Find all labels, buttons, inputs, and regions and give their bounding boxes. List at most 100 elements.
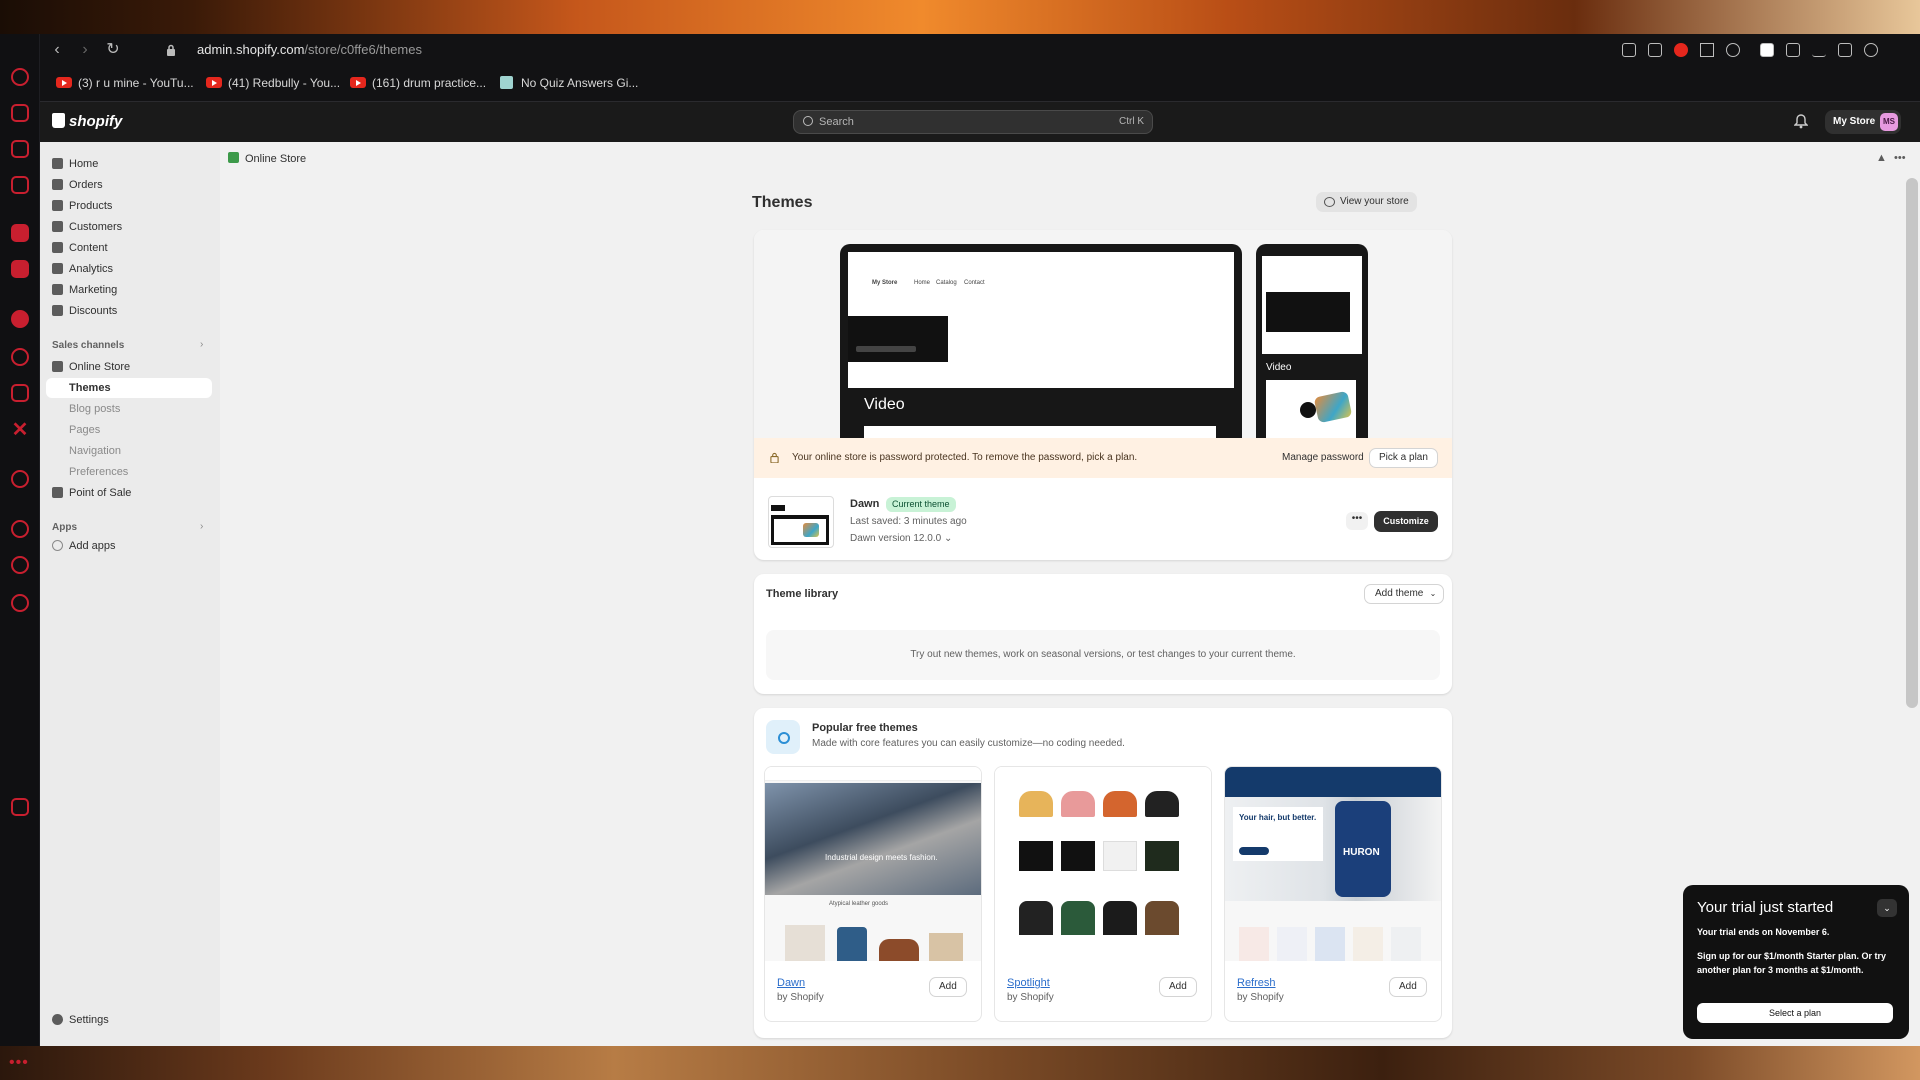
collapse-popup-button[interactable]: ⌄ xyxy=(1877,899,1897,917)
eye-icon xyxy=(1324,197,1335,207)
sidebar-item-pages[interactable]: Pages xyxy=(69,424,100,436)
theme-preview[interactable]: My Store Home Catalog Contact Video Vide… xyxy=(754,230,1452,438)
reload-icon[interactable]: ↻ xyxy=(102,39,124,61)
settings-gear-icon[interactable] xyxy=(11,594,29,612)
preview-store-name: My Store xyxy=(872,280,898,286)
search-input[interactable]: Search Ctrl K xyxy=(793,110,1153,134)
theme-author: by Shopify xyxy=(1007,992,1054,1003)
box-icon[interactable] xyxy=(11,556,29,574)
chevron-right-icon[interactable]: › xyxy=(200,521,203,532)
app-red-icon-2[interactable] xyxy=(11,260,29,278)
sidebar-item-online-store[interactable]: Online Store xyxy=(46,357,212,377)
x-twitter-icon[interactable]: ✕ xyxy=(11,420,29,440)
sidebar-item-settings[interactable]: Settings xyxy=(46,1010,212,1030)
twitch-icon[interactable] xyxy=(11,140,29,158)
extension-red-icon[interactable] xyxy=(1674,43,1688,57)
sidebar-item-products[interactable]: Products xyxy=(46,196,212,216)
sidebar-panel-icon[interactable] xyxy=(11,798,29,816)
add-theme-dawn-button[interactable]: Add xyxy=(929,977,967,997)
sidebar-item-orders[interactable]: Orders xyxy=(46,175,212,195)
profile-icon[interactable] xyxy=(1864,43,1878,57)
menu-icon[interactable] xyxy=(1838,43,1852,57)
sidebar-item-marketing[interactable]: Marketing xyxy=(46,280,212,300)
sidebar-item-label: Customers xyxy=(69,221,123,233)
sidebar-item-add-apps[interactable]: Add apps xyxy=(46,536,212,556)
pin-icon[interactable]: ▲ xyxy=(1876,152,1887,164)
bookmark-item[interactable]: (41) Redbully - You... xyxy=(206,76,340,90)
play-icon xyxy=(1300,402,1316,418)
customize-button[interactable]: Customize xyxy=(1374,511,1438,532)
app-rail: ✕ ••• xyxy=(0,34,40,1071)
more-horizontal-icon[interactable]: ••• xyxy=(1894,152,1906,164)
shop-bag-icon[interactable] xyxy=(11,104,29,122)
address-bar[interactable]: admin.shopify.com/store/c0ffe6/themes xyxy=(197,42,422,57)
whatsapp-icon[interactable] xyxy=(11,348,29,366)
theme-name-link[interactable]: Dawn xyxy=(777,977,805,989)
breadcrumb[interactable]: Online Store xyxy=(228,152,306,165)
theme-name-link[interactable]: Refresh xyxy=(1237,977,1276,989)
sidebar-item-analytics[interactable]: Analytics xyxy=(46,259,212,279)
cube-icon[interactable] xyxy=(1786,43,1800,57)
preview-nav-home: Home xyxy=(914,280,931,286)
sidebar-item-home[interactable]: Home xyxy=(46,154,212,174)
bookmark-item[interactable]: (3) r u mine - YouTu... xyxy=(56,76,194,90)
bell-icon[interactable] xyxy=(1794,114,1808,129)
current-theme-card: My Store Home Catalog Contact Video Vide… xyxy=(754,230,1452,560)
app-red-icon[interactable] xyxy=(11,224,29,242)
download-icon[interactable] xyxy=(1812,43,1826,57)
camera-icon[interactable] xyxy=(1648,43,1662,57)
more-dots-icon[interactable]: ••• xyxy=(9,1054,29,1072)
discount-icon xyxy=(52,305,63,316)
add-theme-refresh-button[interactable]: Add xyxy=(1389,977,1427,997)
shopify-logo[interactable]: shopify xyxy=(52,113,122,130)
pick-plan-button[interactable]: Pick a plan xyxy=(1369,448,1438,468)
sidebar-item-content[interactable]: Content xyxy=(46,238,212,258)
gear-icon xyxy=(52,1014,63,1025)
select-plan-button[interactable]: Select a plan xyxy=(1697,1003,1893,1023)
view-store-button[interactable]: View your store xyxy=(1316,192,1417,212)
url-host: admin.shopify.com xyxy=(197,42,305,57)
add-theme-spotlight-button[interactable]: Add xyxy=(1159,977,1197,997)
theme-preview-refresh: Your hair, but better. HURON xyxy=(1225,767,1441,961)
bookmark-item[interactable]: No Quiz Answers Gi... xyxy=(500,76,638,90)
theme-more-button[interactable]: ••• xyxy=(1346,512,1368,530)
chevron-right-icon[interactable]: › xyxy=(200,339,203,350)
theme-card-dawn[interactable]: Industrial design meets fashion. Atypica… xyxy=(764,766,982,1022)
manage-password-link[interactable]: Manage password xyxy=(1282,452,1364,463)
theme-name: Dawn xyxy=(850,498,880,510)
theme-thumbnail xyxy=(768,496,834,548)
bookmark-item[interactable]: (161) drum practice... xyxy=(350,76,486,90)
share-icon[interactable] xyxy=(1622,43,1636,57)
status-badge: Current theme xyxy=(886,497,956,512)
sidebar-item-label: Orders xyxy=(69,179,103,191)
sidebar-item-navigation[interactable]: Navigation xyxy=(69,445,121,457)
theme-card-refresh[interactable]: Your hair, but better. HURON Refresh by … xyxy=(1224,766,1442,1022)
extension-chart-icon[interactable] xyxy=(1760,43,1774,57)
add-theme-button[interactable]: Add theme ⌄ xyxy=(1364,584,1445,604)
sidebar-item-customers[interactable]: Customers xyxy=(46,217,212,237)
theme-card-spotlight[interactable]: Spotlight by Shopify Add xyxy=(994,766,1212,1022)
speed-dial-icon[interactable] xyxy=(11,68,29,86)
popular-themes-title: Popular free themes xyxy=(812,722,918,734)
scrollbar[interactable] xyxy=(1906,178,1918,708)
theme-version-dropdown[interactable]: Dawn version 12.0.0 ⌄ xyxy=(850,533,952,544)
instagram-icon[interactable] xyxy=(11,176,29,194)
sidebar-item-themes[interactable]: Themes xyxy=(46,378,212,398)
instagram-icon-2[interactable] xyxy=(11,384,29,402)
forward-icon[interactable]: › xyxy=(74,39,96,61)
sidebar-item-preferences[interactable]: Preferences xyxy=(69,466,128,478)
sidebar-item-discounts[interactable]: Discounts xyxy=(46,301,212,321)
heart-icon[interactable] xyxy=(1726,43,1740,57)
store-menu-button[interactable]: My Store MS xyxy=(1825,110,1901,134)
player-icon[interactable] xyxy=(11,470,29,488)
history-icon[interactable] xyxy=(11,520,29,538)
home-icon xyxy=(52,158,63,169)
pos-icon xyxy=(52,487,63,498)
sidebar-item-blog-posts[interactable]: Blog posts xyxy=(69,403,120,415)
sidebar-item-label: Themes xyxy=(69,382,111,394)
sidebar-item-point-of-sale[interactable]: Point of Sale xyxy=(46,483,212,503)
back-icon[interactable]: ‹ xyxy=(46,39,68,61)
send-icon[interactable] xyxy=(1700,43,1714,57)
messenger-icon[interactable] xyxy=(11,310,29,328)
theme-name-link[interactable]: Spotlight xyxy=(1007,977,1050,989)
